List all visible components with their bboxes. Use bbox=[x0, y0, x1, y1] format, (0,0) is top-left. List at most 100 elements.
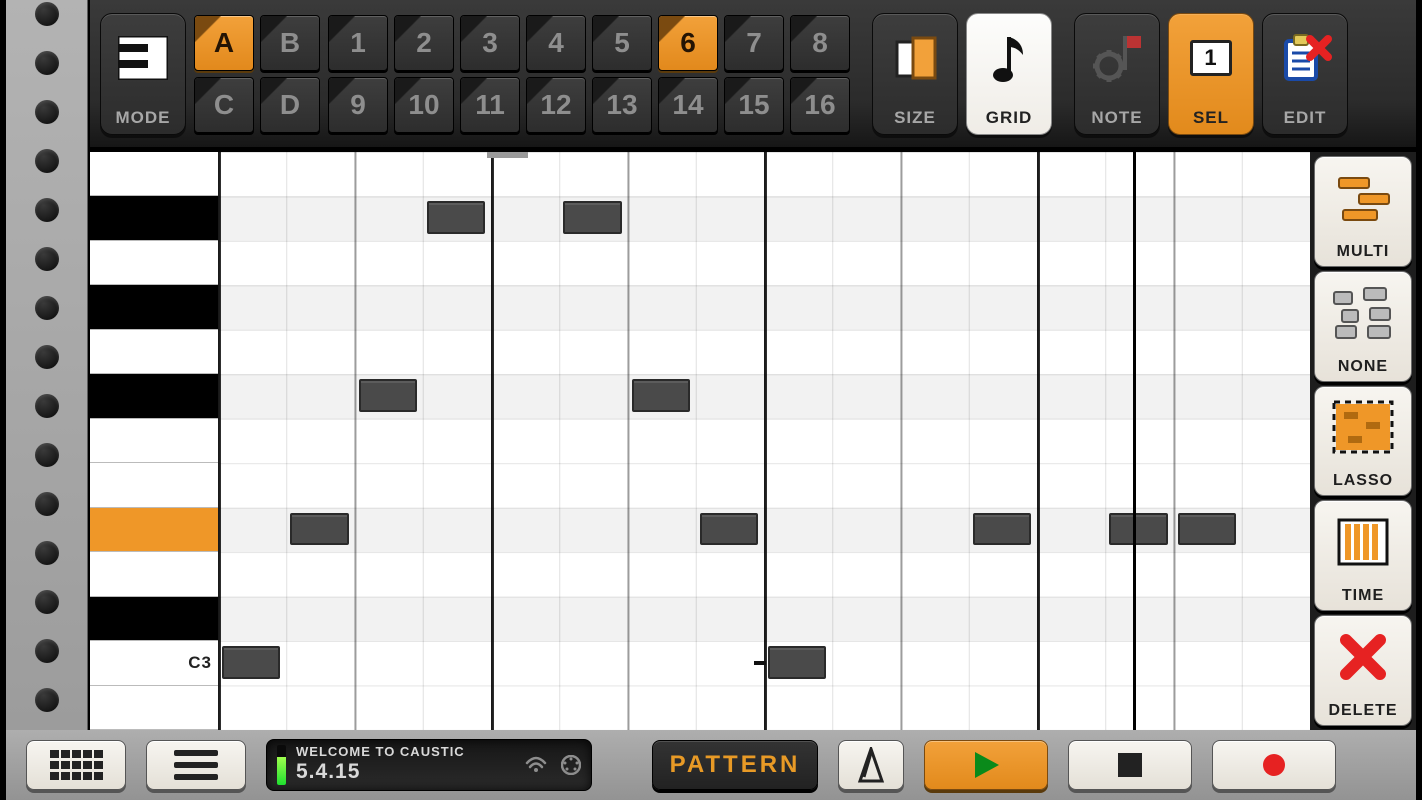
mode-button[interactable]: MODE bbox=[100, 13, 186, 135]
lasso-label: LASSO bbox=[1333, 472, 1393, 490]
piano-key[interactable] bbox=[90, 241, 218, 285]
bank-9[interactable]: 9 bbox=[328, 77, 388, 133]
machine-dot[interactable] bbox=[35, 198, 59, 222]
bank-4[interactable]: 4 bbox=[526, 15, 586, 71]
display-text: WELCOME TO CAUSTIC 5.4.15 bbox=[296, 745, 465, 784]
grid-icon bbox=[48, 748, 104, 782]
piano-key[interactable] bbox=[90, 508, 218, 552]
bank-1[interactable]: 1 bbox=[328, 15, 388, 71]
edit-button[interactable]: EDIT bbox=[1262, 13, 1348, 135]
piano-key[interactable] bbox=[90, 330, 218, 374]
piano-key[interactable] bbox=[90, 552, 218, 596]
play-button[interactable] bbox=[924, 740, 1048, 790]
piano-key[interactable] bbox=[90, 152, 218, 196]
machine-dot[interactable] bbox=[35, 100, 59, 124]
bank-3[interactable]: 3 bbox=[460, 15, 520, 71]
time-icon bbox=[1315, 501, 1411, 583]
size-label: SIZE bbox=[894, 108, 936, 128]
piano-roll: C3 MULTI NONE bbox=[90, 152, 1416, 730]
transport-bar: WELCOME TO CAUSTIC 5.4.15 PATTERN bbox=[6, 730, 1416, 800]
multi-label: MULTI bbox=[1337, 243, 1390, 261]
info-display[interactable]: WELCOME TO CAUSTIC 5.4.15 bbox=[266, 739, 592, 791]
machine-dot[interactable] bbox=[35, 639, 59, 663]
metronome-button[interactable] bbox=[838, 740, 904, 790]
note-block[interactable] bbox=[222, 646, 280, 678]
machine-dot[interactable] bbox=[35, 443, 59, 467]
bank-C[interactable]: C bbox=[194, 77, 254, 133]
piano-key[interactable] bbox=[90, 419, 218, 463]
gear-flag-icon bbox=[1075, 14, 1159, 102]
bank-6[interactable]: 6 bbox=[658, 15, 718, 71]
machine-dot[interactable] bbox=[35, 492, 59, 516]
grid-button[interactable]: GRID bbox=[966, 13, 1052, 135]
machine-dot[interactable] bbox=[35, 541, 59, 565]
note-block[interactable] bbox=[768, 646, 826, 678]
stop-button[interactable] bbox=[1068, 740, 1192, 790]
record-button[interactable] bbox=[1212, 740, 1336, 790]
note-block[interactable] bbox=[1109, 513, 1167, 545]
machine-dot[interactable] bbox=[35, 688, 59, 712]
piano-key[interactable]: C3 bbox=[90, 641, 218, 685]
wifi-icon bbox=[525, 755, 547, 773]
note-block[interactable] bbox=[1178, 513, 1236, 545]
sel-button[interactable]: 1 SEL bbox=[1168, 13, 1254, 135]
horizontal-scroll-thumb[interactable] bbox=[487, 152, 528, 158]
machine-dot[interactable] bbox=[35, 590, 59, 614]
note-grid[interactable] bbox=[218, 152, 1310, 730]
bank-B[interactable]: B bbox=[260, 15, 320, 71]
right-tools: MULTI NONE LASSO bbox=[1310, 152, 1416, 730]
sequencer-grid-button[interactable] bbox=[26, 740, 126, 790]
bank-14[interactable]: 14 bbox=[658, 77, 718, 133]
delete-x-icon bbox=[1315, 616, 1411, 698]
time-tool[interactable]: TIME bbox=[1314, 500, 1412, 611]
bank-16[interactable]: 16 bbox=[790, 77, 850, 133]
lasso-icon bbox=[1315, 387, 1411, 469]
machine-dot[interactable] bbox=[35, 394, 59, 418]
machine-dot[interactable] bbox=[35, 2, 59, 26]
bank-10[interactable]: 10 bbox=[394, 77, 454, 133]
machine-dot[interactable] bbox=[35, 345, 59, 369]
piano-keys[interactable]: C3 bbox=[90, 152, 218, 730]
multi-tool[interactable]: MULTI bbox=[1314, 156, 1412, 267]
piano-key[interactable] bbox=[90, 686, 218, 730]
bank-numbers: 1 9 2 10 3 11 4 12 5 13 6 14 7 15 8 16 bbox=[328, 15, 850, 133]
bank-8[interactable]: 8 bbox=[790, 15, 850, 71]
grid-label: GRID bbox=[986, 108, 1033, 128]
pattern-mode-button[interactable]: PATTERN bbox=[652, 740, 818, 790]
menu-button[interactable] bbox=[146, 740, 246, 790]
lasso-tool[interactable]: LASSO bbox=[1314, 386, 1412, 497]
machine-dot[interactable] bbox=[35, 247, 59, 271]
piano-key[interactable] bbox=[90, 463, 218, 507]
bank-7[interactable]: 7 bbox=[724, 15, 784, 71]
note-block[interactable] bbox=[359, 379, 417, 411]
play-icon bbox=[971, 750, 1001, 780]
note-block[interactable] bbox=[427, 201, 485, 233]
delete-tool[interactable]: DELETE bbox=[1314, 615, 1412, 726]
piano-key[interactable] bbox=[90, 285, 218, 329]
none-tool[interactable]: NONE bbox=[1314, 271, 1412, 382]
note-block[interactable] bbox=[973, 513, 1031, 545]
record-icon bbox=[1261, 752, 1287, 778]
piano-key[interactable] bbox=[90, 196, 218, 240]
bank-A[interactable]: A bbox=[194, 15, 254, 71]
note-block[interactable] bbox=[290, 513, 348, 545]
bank-12[interactable]: 12 bbox=[526, 77, 586, 133]
note-block[interactable] bbox=[700, 513, 758, 545]
piano-key[interactable] bbox=[90, 597, 218, 641]
note-block[interactable] bbox=[632, 379, 690, 411]
machine-dot[interactable] bbox=[35, 296, 59, 320]
note-label: NOTE bbox=[1091, 108, 1142, 128]
size-button[interactable]: SIZE bbox=[872, 13, 958, 135]
machine-dot[interactable] bbox=[35, 51, 59, 75]
bank-15[interactable]: 15 bbox=[724, 77, 784, 133]
bank-2[interactable]: 2 bbox=[394, 15, 454, 71]
bank-D[interactable]: D bbox=[260, 77, 320, 133]
machine-dot[interactable] bbox=[35, 149, 59, 173]
bank-5[interactable]: 5 bbox=[592, 15, 652, 71]
bank-11[interactable]: 11 bbox=[460, 77, 520, 133]
piano-key[interactable] bbox=[90, 374, 218, 418]
note-button[interactable]: NOTE bbox=[1074, 13, 1160, 135]
bank-13[interactable]: 13 bbox=[592, 77, 652, 133]
bank-letters: A C B D bbox=[194, 15, 320, 133]
note-block[interactable] bbox=[563, 201, 621, 233]
